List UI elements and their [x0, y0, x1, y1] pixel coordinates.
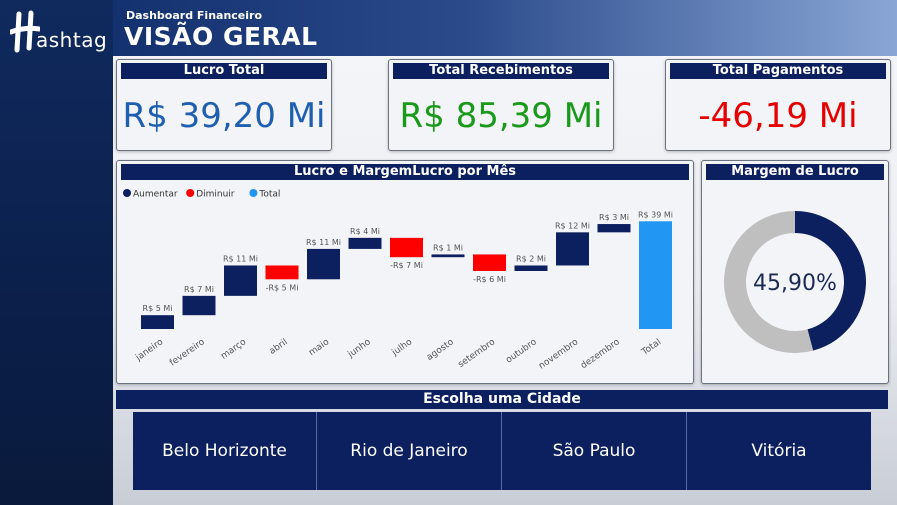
page-title: VISÃO GERAL	[124, 22, 318, 51]
waterfall-bar-outubro	[514, 265, 548, 271]
margin-donut-chart: 45,90%	[724, 211, 866, 353]
waterfall-xtick-agosto: agosto	[425, 337, 456, 363]
waterfall-label-outubro: R$ 2 Mi	[516, 254, 546, 263]
donut-center-value: 45,90%	[753, 271, 837, 296]
waterfall-bar-marco	[224, 265, 257, 296]
waterfall-xtick-dezembro: dezembro	[579, 337, 622, 371]
header: Dashboard Financeiro VISÃO GERAL	[113, 0, 897, 56]
waterfall-xtick-junho: junho	[346, 337, 374, 360]
waterfall-bar-janeiro	[141, 315, 174, 329]
margin-chart-card: Margem de Lucro 45,90%	[701, 160, 889, 384]
legend-aumentar-marker	[123, 189, 131, 197]
waterfall-label-novembro: R$ 12 Mi	[555, 221, 590, 230]
kpi-receipts-label: Total Recebimentos	[393, 63, 609, 79]
waterfall-label-abril: -R$ 5 Mi	[266, 283, 299, 292]
waterfall-label-dezembro: R$ 3 Mi	[599, 213, 629, 222]
waterfall-label-agosto: R$ 1 Mi	[433, 243, 463, 252]
legend-total-label: Total	[258, 190, 280, 200]
legend-aumentar-label: Aumentar	[133, 190, 178, 200]
waterfall-bar-novembro	[556, 232, 589, 266]
sidebar: ashtag	[0, 0, 113, 505]
kpi-payments-label: Total Pagamentos	[670, 63, 886, 79]
city-button-rio-de-janeiro[interactable]: Rio de Janeiro	[317, 412, 502, 490]
waterfall-xtick-setembro: setembro	[456, 337, 497, 370]
waterfall-xtick-maio: maio	[307, 337, 331, 358]
city-button-vitoria[interactable]: Vitória	[687, 412, 871, 490]
header-subtitle: Dashboard Financeiro	[126, 9, 263, 22]
waterfall-label-setembro: -R$ 6 Mi	[473, 275, 506, 284]
kpi-card-profit: Lucro Total R$ 39,20 Mi	[116, 59, 332, 151]
city-filter-title: Escolha uma Cidade	[116, 390, 888, 409]
waterfall-label-total: R$ 39 Mi	[638, 210, 673, 219]
city-button-belo-horizonte[interactable]: Belo Horizonte	[133, 412, 317, 490]
waterfall-label-marco: R$ 11 Mi	[223, 254, 258, 263]
kpi-profit-label: Lucro Total	[121, 63, 327, 79]
waterfall-bar-abril	[265, 265, 299, 280]
kpi-card-payments: Total Pagamentos -46,19 Mi	[665, 59, 891, 151]
waterfall-label-maio: R$ 11 Mi	[306, 238, 341, 247]
legend-total-marker	[249, 189, 258, 197]
waterfall-bar-setembro	[473, 254, 506, 271]
waterfall-xtick-marco: março	[219, 337, 248, 362]
waterfall-xtick-novembro: novembro	[537, 337, 580, 372]
waterfall-xtick-fevereiro: fevereiro	[168, 337, 207, 368]
waterfall-xtick-total: Total	[639, 337, 663, 358]
waterfall-bar-julho	[390, 237, 423, 258]
logo-text: ashtag	[36, 28, 108, 52]
legend-diminuir-marker	[186, 189, 195, 197]
kpi-payments-value: -46,19 Mi	[698, 96, 858, 136]
waterfall-bar-dezembro	[597, 224, 631, 233]
waterfall-label-fevereiro: R$ 7 Mi	[184, 285, 214, 294]
waterfall-xtick-abril: abril	[268, 337, 290, 357]
waterfall-label-junho: R$ 4 Mi	[350, 227, 380, 236]
waterfall-xtick-julho: julho	[390, 337, 415, 359]
waterfall-xtick-janeiro: janeiro	[133, 337, 165, 364]
waterfall-bar-junho	[348, 237, 382, 249]
waterfall-label-janeiro: R$ 5 Mi	[143, 304, 173, 313]
waterfall-chart-card: Lucro e MargemLucro por Mês Aumentar Dimi…	[116, 160, 694, 384]
legend-diminuir-label: Diminuir	[196, 190, 235, 200]
waterfall-bar-fevereiro	[182, 295, 216, 316]
hashtag-logo: ashtag	[8, 8, 108, 56]
kpi-profit-value: R$ 39,20 Mi	[122, 96, 326, 136]
waterfall-chart: Aumentar Diminuir Total R$ 5 Mi janeiro R$ 7 …	[123, 189, 673, 372]
waterfall-xtick-outubro: outubro	[504, 337, 539, 366]
city-button-sao-paulo[interactable]: São Paulo	[502, 412, 687, 490]
waterfall-label-julho: -R$ 7 Mi	[390, 261, 423, 270]
kpi-receipts-value: R$ 85,39 Mi	[399, 96, 603, 136]
waterfall-bar-agosto	[431, 254, 465, 258]
kpi-card-receipts: Total Recebimentos R$ 85,39 Mi	[388, 59, 614, 151]
waterfall-bar-total	[639, 221, 672, 329]
waterfall-bar-maio	[307, 248, 340, 280]
